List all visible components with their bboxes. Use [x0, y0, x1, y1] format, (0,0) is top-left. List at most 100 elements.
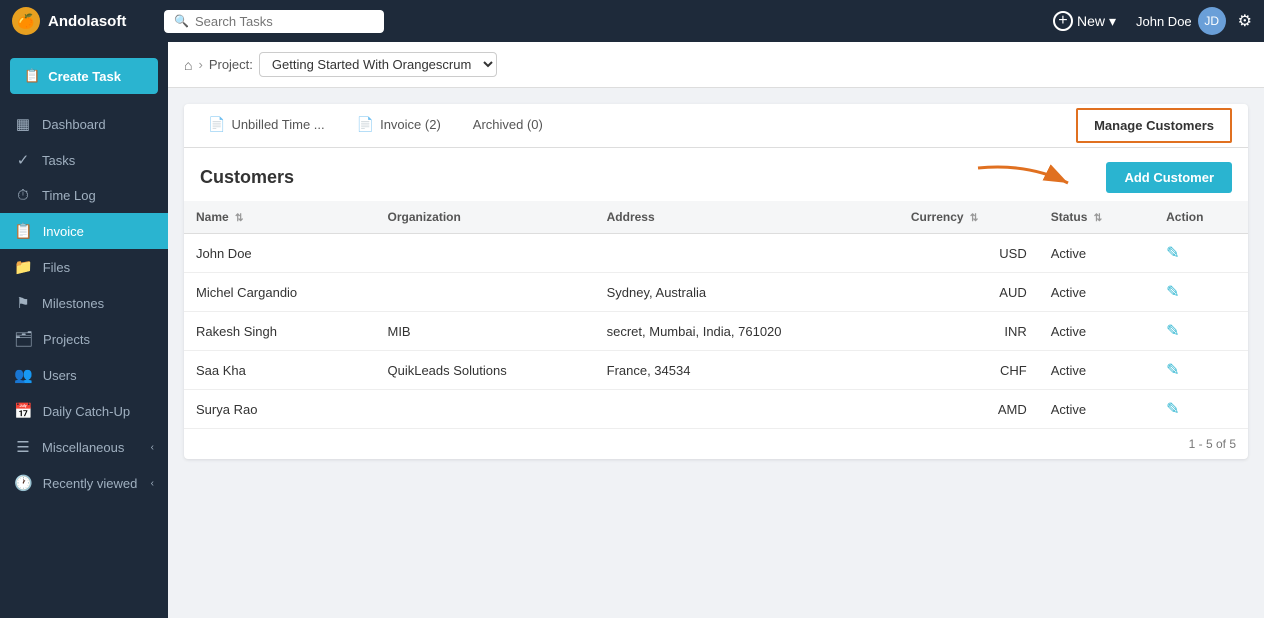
sort-icon-currency: ⇅ — [970, 213, 978, 224]
col-status: Status ⇅ — [1039, 201, 1154, 234]
tabs-bar: 📄 Unbilled Time ... 📄 Invoice (2) Archiv… — [184, 104, 1248, 148]
search-box[interactable]: 🔍 — [164, 10, 384, 33]
col-action: Action — [1154, 201, 1248, 234]
table-body: John Doe USD Active ✎ Michel Cargandio S… — [184, 234, 1248, 429]
sidebar-item-users[interactable]: 👥 Users — [0, 357, 168, 393]
cell-status: Active — [1039, 351, 1154, 390]
cell-name: Michel Cargandio — [184, 273, 375, 312]
edit-button[interactable]: ✎ — [1166, 282, 1179, 302]
create-task-button[interactable]: 📋 Create Task — [10, 58, 158, 94]
table-row: Saa Kha QuikLeads Solutions France, 3453… — [184, 351, 1248, 390]
new-label: New — [1077, 13, 1105, 29]
cell-status: Active — [1039, 273, 1154, 312]
project-select[interactable]: Getting Started With Orangescrum — [259, 52, 497, 77]
cell-currency: AUD — [899, 273, 1039, 312]
sidebar-item-daily-catchup[interactable]: 📅 Daily Catch-Up — [0, 393, 168, 429]
sidebar-item-label: Daily Catch-Up — [43, 404, 130, 419]
pagination-info: 1 - 5 of 5 — [184, 428, 1248, 459]
tab-invoice-label: Invoice (2) — [380, 117, 441, 132]
add-customer-button[interactable]: Add Customer — [1106, 162, 1232, 193]
breadcrumb-separator: › — [198, 57, 202, 72]
edit-button[interactable]: ✎ — [1166, 321, 1179, 341]
cell-action: ✎ — [1154, 273, 1248, 312]
content-area: 📄 Unbilled Time ... 📄 Invoice (2) Archiv… — [168, 88, 1264, 618]
sidebar-item-label: Time Log — [42, 188, 96, 203]
sidebar-item-files[interactable]: 📁 Files — [0, 249, 168, 285]
cell-name: Rakesh Singh — [184, 312, 375, 351]
cell-address — [595, 390, 899, 429]
invoice-icon: 📋 — [14, 222, 33, 240]
tab-archived-label: Archived (0) — [473, 117, 543, 132]
dashboard-icon: ▦ — [14, 115, 32, 133]
main-card: 📄 Unbilled Time ... 📄 Invoice (2) Archiv… — [184, 104, 1248, 459]
sidebar: 📋 Create Task ▦ Dashboard ✓ Tasks ⏱ Time… — [0, 42, 168, 618]
tab-unbilled-label: Unbilled Time ... — [231, 117, 324, 132]
cell-action: ✎ — [1154, 234, 1248, 273]
content: ⌂ › Project: Getting Started With Orange… — [168, 42, 1264, 618]
chevron-left-icon: ‹ — [151, 442, 154, 453]
sidebar-item-label: Users — [43, 368, 77, 383]
recently-viewed-icon: 🕐 — [14, 474, 33, 492]
project-label: Project: — [209, 57, 253, 72]
sidebar-item-milestones[interactable]: ⚑ Milestones — [0, 285, 168, 321]
create-task-icon: 📋 — [24, 68, 40, 84]
sidebar-item-timelog[interactable]: ⏱ Time Log — [0, 178, 168, 213]
home-icon[interactable]: ⌂ — [184, 57, 192, 73]
app-name: Andolasoft — [48, 13, 126, 30]
new-button[interactable]: + New ▾ — [1045, 7, 1124, 35]
sidebar-item-label: Projects — [43, 332, 90, 347]
sidebar-item-miscellaneous[interactable]: ☰ Miscellaneous ‹ — [0, 429, 168, 465]
sidebar-item-projects[interactable]: 🗂 Projects — [0, 321, 168, 357]
cell-status: Active — [1039, 390, 1154, 429]
col-currency: Currency ⇅ — [899, 201, 1039, 234]
customers-title: Customers — [200, 167, 294, 188]
sort-icon-status: ⇅ — [1094, 213, 1102, 224]
cell-action: ✎ — [1154, 351, 1248, 390]
search-icon: 🔍 — [174, 14, 189, 28]
cell-organization: QuikLeads Solutions — [375, 351, 594, 390]
cell-organization — [375, 234, 594, 273]
manage-customers-button[interactable]: Manage Customers — [1076, 108, 1232, 143]
cell-organization — [375, 390, 594, 429]
edit-button[interactable]: ✎ — [1166, 360, 1179, 380]
tab-unbilled[interactable]: 📄 Unbilled Time ... — [192, 104, 341, 148]
cell-action: ✎ — [1154, 390, 1248, 429]
cell-action: ✎ — [1154, 312, 1248, 351]
logo-icon: 🍊 — [12, 7, 40, 35]
search-input[interactable] — [195, 14, 374, 29]
col-organization: Organization — [375, 201, 594, 234]
manage-customers-label: Manage Customers — [1094, 118, 1214, 133]
cell-address: France, 34534 — [595, 351, 899, 390]
sort-icon-name: ⇅ — [235, 213, 243, 224]
table-row: Michel Cargandio Sydney, Australia AUD A… — [184, 273, 1248, 312]
cell-address: Sydney, Australia — [595, 273, 899, 312]
timelog-icon: ⏱ — [14, 187, 32, 204]
cell-address: secret, Mumbai, India, 761020 — [595, 312, 899, 351]
edit-button[interactable]: ✎ — [1166, 243, 1179, 263]
sidebar-item-recently-viewed[interactable]: 🕐 Recently viewed ‹ — [0, 465, 168, 501]
cell-currency: USD — [899, 234, 1039, 273]
topbar: 🍊 Andolasoft 🔍 + New ▾ John Doe JD ⚙ — [0, 0, 1264, 42]
tab-archived[interactable]: Archived (0) — [457, 104, 559, 148]
customers-section: Customers Add Customer Name ⇅ Organizati… — [184, 148, 1248, 459]
cell-currency: CHF — [899, 351, 1039, 390]
sidebar-nav: ▦ Dashboard ✓ Tasks ⏱ Time Log 📋 Invoice… — [0, 106, 168, 501]
avatar: JD — [1198, 7, 1226, 35]
sidebar-item-invoice[interactable]: 📋 Invoice — [0, 213, 168, 249]
add-customer-label: Add Customer — [1124, 170, 1214, 185]
table-row: Surya Rao AMD Active ✎ — [184, 390, 1248, 429]
edit-button[interactable]: ✎ — [1166, 399, 1179, 419]
sidebar-item-dashboard[interactable]: ▦ Dashboard — [0, 106, 168, 142]
sidebar-item-label: Tasks — [42, 153, 75, 168]
table-row: John Doe USD Active ✎ — [184, 234, 1248, 273]
files-icon: 📁 — [14, 258, 33, 276]
sidebar-item-tasks[interactable]: ✓ Tasks — [0, 142, 168, 178]
user-info: John Doe JD — [1136, 7, 1226, 35]
cell-name: Saa Kha — [184, 351, 375, 390]
table-row: Rakesh Singh MIB secret, Mumbai, India, … — [184, 312, 1248, 351]
table-header-row: Name ⇅ Organization Address Currency ⇅ S… — [184, 201, 1248, 234]
sidebar-item-label: Invoice — [43, 224, 84, 239]
gear-icon[interactable]: ⚙ — [1238, 11, 1252, 31]
tab-invoice[interactable]: 📄 Invoice (2) — [341, 104, 457, 148]
milestones-icon: ⚑ — [14, 294, 32, 312]
